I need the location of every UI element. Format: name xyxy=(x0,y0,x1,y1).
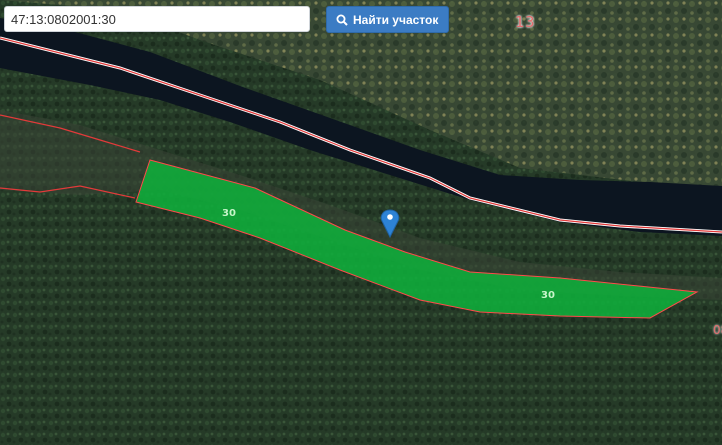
cadastral-block-number: 13 xyxy=(515,13,536,31)
find-parcel-button-label: Найти участок xyxy=(353,12,439,27)
cadastral-number-input[interactable] xyxy=(4,6,310,32)
map-view[interactable]: 30 30 xyxy=(0,0,722,445)
find-parcel-button[interactable]: Найти участок xyxy=(326,6,450,33)
search-icon xyxy=(336,14,348,26)
parcel-label-east: 30 xyxy=(541,290,555,301)
parcel-label-west: 30 xyxy=(222,208,236,219)
cadastral-edge-label: 08 xyxy=(713,323,722,337)
